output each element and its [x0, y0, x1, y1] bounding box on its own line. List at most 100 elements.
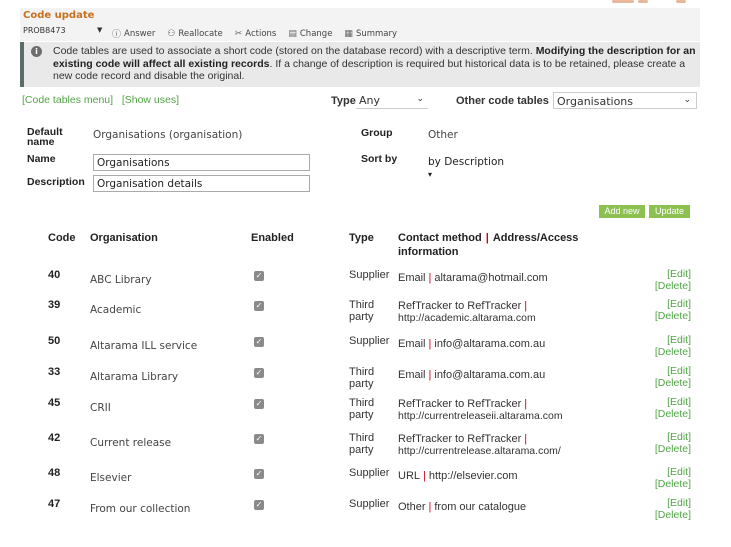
description-input[interactable] [93, 175, 310, 192]
toolbar-reallocate[interactable]: ⚇ Reallocate [167, 27, 222, 40]
group-label: Group [361, 127, 393, 139]
enabled-checkbox[interactable]: ✓ [254, 301, 264, 311]
row-code: 39 [48, 299, 61, 311]
toolbar: ⓘ Answer ⚇ Reallocate ✂ Actions ▤ Change… [112, 27, 397, 41]
update-button[interactable]: Update [649, 205, 690, 218]
row-organisation: CRII [90, 402, 111, 414]
default-name-value: Organisations (organisation) [93, 129, 243, 141]
row-actions: [Edit] [Delete] [655, 268, 691, 293]
description-label: Description [27, 176, 85, 188]
toolbar-summary[interactable]: ▦ Summary [344, 27, 397, 40]
group-value: Other [428, 129, 458, 141]
row-organisation: Elsevier [90, 472, 132, 484]
edit-link[interactable]: [Edit] [655, 466, 691, 479]
delete-link[interactable]: [Delete] [655, 408, 691, 421]
toolbar-answer[interactable]: ⓘ Answer [112, 27, 155, 41]
row-contact: Other | from our catalogue [398, 501, 527, 513]
column-header-code: Code [48, 232, 76, 244]
wrench-icon: ✂ [234, 28, 243, 39]
row-actions: [Edit] [Delete] [655, 334, 691, 359]
links-row: [Code tables menu] [Show uses] [22, 94, 179, 106]
enabled-checkbox[interactable]: ✓ [254, 271, 264, 281]
row-contact: Email | info@altarama.com.au [398, 338, 546, 350]
row-code: 40 [48, 269, 61, 281]
row-type: Supplier [349, 467, 390, 479]
chevron-down-icon: ⌄ [683, 95, 691, 105]
people-icon: ⚇ [167, 28, 176, 39]
type-select[interactable]: Any ⌄ [356, 92, 428, 109]
enabled-checkbox[interactable]: ✓ [254, 368, 264, 378]
delete-link[interactable]: [Delete] [655, 310, 691, 323]
enabled-checkbox[interactable]: ✓ [254, 469, 264, 479]
row-type: Supplier [349, 269, 390, 281]
row-type: Supplier [349, 498, 390, 510]
row-code: 42 [48, 432, 61, 444]
edit-link[interactable]: [Edit] [655, 365, 691, 378]
row-code: 45 [48, 397, 61, 409]
row-code: 33 [48, 366, 61, 378]
info-icon: i [31, 46, 42, 57]
row-actions: [Edit] [Delete] [655, 497, 691, 522]
delete-link[interactable]: [Delete] [655, 280, 691, 293]
edit-link[interactable]: [Edit] [655, 431, 691, 444]
record-select[interactable]: PROB8473 ▼ [23, 26, 105, 38]
name-input[interactable] [93, 154, 310, 171]
row-organisation: From our collection [90, 503, 191, 515]
row-type: Third party [349, 432, 375, 456]
edit-link[interactable]: [Edit] [655, 268, 691, 281]
row-code: 50 [48, 335, 61, 347]
row-type: Third party [349, 397, 375, 421]
row-organisation: ABC Library [90, 274, 152, 286]
record-id: PROB8473 [23, 26, 66, 35]
enabled-checkbox[interactable]: ✓ [254, 434, 264, 444]
delete-link[interactable]: [Delete] [655, 346, 691, 359]
row-organisation: Altarama Library [90, 371, 179, 383]
column-header-organisation: Organisation [90, 232, 158, 244]
show-uses-link[interactable]: [Show uses] [122, 94, 179, 106]
row-contact: RefTracker to RefTracker | http://currentr… [398, 398, 563, 422]
delete-link[interactable]: [Delete] [655, 509, 691, 522]
row-type: Third party [349, 366, 375, 390]
page-title: Code update [23, 10, 95, 21]
column-header-enabled: Enabled [251, 232, 294, 244]
toolbar-actions[interactable]: ✂ Actions [235, 27, 277, 40]
row-type: Supplier [349, 335, 390, 347]
delete-link[interactable]: [Delete] [655, 443, 691, 456]
toolbar-change[interactable]: ▤ Change [288, 27, 332, 40]
row-type: Third party [349, 299, 375, 323]
edit-link[interactable]: [Edit] [655, 334, 691, 347]
enabled-checkbox[interactable]: ✓ [254, 500, 264, 510]
row-contact: RefTracker to RefTracker | http://academic… [398, 300, 536, 324]
info-banner-text: Code tables are used to associate a shor… [53, 45, 696, 83]
add-new-button[interactable]: Add new [599, 205, 645, 218]
top-right-decoration [612, 0, 692, 10]
row-actions: [Edit] [Delete] [655, 396, 691, 421]
row-actions: [Edit] [Delete] [655, 365, 691, 390]
list-icon: ▦ [344, 28, 353, 39]
row-contact: Email | altarama@hotmail.com [398, 272, 548, 284]
row-code: 48 [48, 467, 61, 479]
name-label: Name [27, 153, 56, 165]
delete-link[interactable]: [Delete] [655, 478, 691, 491]
enabled-checkbox[interactable]: ✓ [254, 399, 264, 409]
row-actions: [Edit] [Delete] [655, 466, 691, 491]
row-contact: RefTracker to RefTracker | http://currentr… [398, 433, 561, 457]
sort-by-select[interactable]: by Description ▾ [425, 155, 513, 179]
edit-link[interactable]: [Edit] [655, 497, 691, 510]
edit-link[interactable]: [Edit] [655, 298, 691, 311]
chevron-down-icon: ▾ [428, 170, 433, 179]
sort-by-label: Sort by [361, 153, 398, 165]
row-organisation: Altarama ILL service [90, 340, 198, 352]
row-organisation: Current release [90, 437, 172, 449]
document-icon: ▤ [288, 28, 297, 39]
edit-link[interactable]: [Edit] [655, 396, 691, 409]
chevron-down-icon: ⌄ [416, 94, 424, 104]
column-header-contact: Contact method | Address/Access information [398, 232, 579, 258]
enabled-checkbox[interactable]: ✓ [254, 337, 264, 347]
row-contact: URL | http://elsevier.com [398, 470, 518, 482]
delete-link[interactable]: [Delete] [655, 377, 691, 390]
other-code-tables-label: Other code tables [456, 95, 549, 107]
other-code-tables-select[interactable]: Organisations ⌄ [553, 92, 697, 109]
row-actions: [Edit] [Delete] [655, 431, 691, 456]
code-tables-menu-link[interactable]: [Code tables menu] [22, 94, 113, 106]
